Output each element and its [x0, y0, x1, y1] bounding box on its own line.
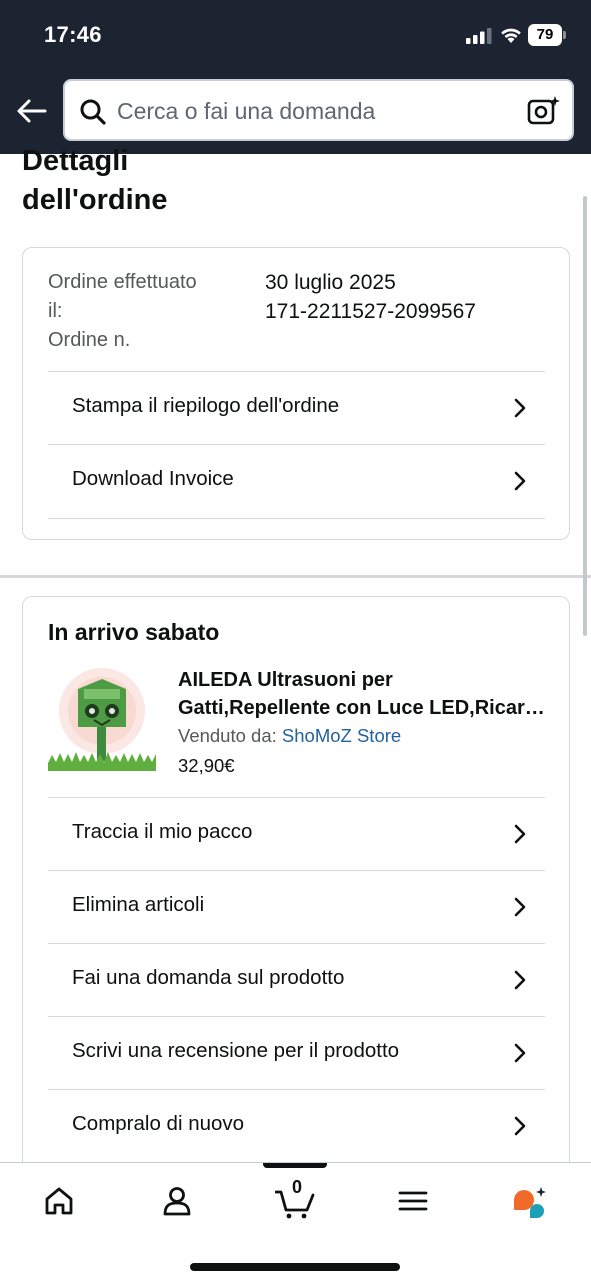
divider [48, 518, 545, 519]
write-review-row[interactable]: Scrivi una recensione per il prodotto [48, 1016, 545, 1089]
order-info-values: 30 luglio 2025 171-2211527-2099567 [265, 271, 476, 323]
cart-count: 0 [291, 1177, 302, 1197]
scrollbar[interactable] [583, 196, 587, 636]
cellular-signal-icon [466, 28, 492, 44]
write-review-label: Scrivi una recensione per il prodotto [72, 1039, 400, 1062]
chevron-right-icon [514, 970, 526, 990]
product-title-line2: Gatti,Repellente con Luce LED,Ricaricabi… [178, 697, 548, 719]
seller-info: Venduto da: ShoMoZ Store [178, 725, 401, 747]
track-package-row[interactable]: Traccia il mio pacco [48, 797, 545, 870]
wifi-icon [501, 28, 521, 43]
battery-level: 79 [528, 24, 562, 46]
product-image[interactable] [48, 667, 156, 775]
app-header: 17:46 79 [0, 0, 591, 154]
order-info-labels: Ordine effettuato il: Ordine n. [48, 271, 197, 351]
ask-question-label: Fai una domanda sul prodotto [72, 966, 345, 989]
chevron-right-icon [514, 398, 526, 418]
buy-again-label: Compralo di nuovo [72, 1112, 245, 1135]
product-title-line1: AILEDA Ultrasuoni per [178, 669, 393, 691]
order-info-card: Ordine effettuato il: Ordine n. 30 lugli… [22, 247, 570, 540]
buy-again-row[interactable]: Compralo di nuovo [48, 1089, 545, 1162]
print-summary-label: Stampa il riepilogo dell'ordine [72, 394, 340, 417]
ask-question-row[interactable]: Fai una domanda sul prodotto [48, 943, 545, 1016]
home-indicator [190, 1263, 400, 1271]
product-price: 32,90€ [178, 755, 235, 776]
search-bar[interactable] [63, 79, 574, 141]
status-time: 17:46 [44, 22, 102, 47]
chevron-right-icon [514, 1043, 526, 1063]
seller-prefix: Venduto da: [178, 725, 282, 746]
chevron-right-icon [514, 824, 526, 844]
delivery-heading: In arrivo sabato [48, 619, 220, 645]
chevron-right-icon [514, 897, 526, 917]
bottom-nav: 0 [0, 1162, 591, 1280]
camera-lens-icon[interactable] [527, 95, 561, 127]
print-summary-row[interactable]: Stampa il riepilogo dell'ordine [48, 371, 545, 444]
menu-icon[interactable] [393, 1181, 433, 1221]
search-icon [80, 99, 106, 125]
download-invoice-label: Download Invoice [72, 467, 234, 490]
chevron-right-icon [514, 1116, 526, 1136]
account-icon[interactable] [157, 1181, 197, 1221]
remove-items-row[interactable]: Elimina articoli [48, 870, 545, 943]
section-divider [0, 575, 591, 578]
track-package-label: Traccia il mio pacco [72, 820, 253, 843]
remove-items-label: Elimina articoli [72, 893, 205, 916]
search-input[interactable] [117, 91, 507, 131]
seller-link[interactable]: ShoMoZ Store [282, 725, 401, 746]
shipment-card: In arrivo sabato AILEDA Ultrasuoni per G… [22, 596, 570, 1236]
active-tab-indicator [263, 1163, 327, 1168]
home-icon[interactable] [39, 1181, 79, 1221]
battery-icon: 79 [528, 24, 566, 46]
rufus-assistant-icon[interactable] [510, 1181, 550, 1221]
download-invoice-row[interactable]: Download Invoice [48, 444, 545, 517]
back-arrow-icon[interactable] [14, 94, 50, 128]
page-title: Dettagli dell'ordine [22, 145, 168, 216]
product-title-link[interactable]: AILEDA Ultrasuoni per Gatti,Repellente c… [178, 666, 548, 722]
chevron-right-icon [514, 471, 526, 491]
